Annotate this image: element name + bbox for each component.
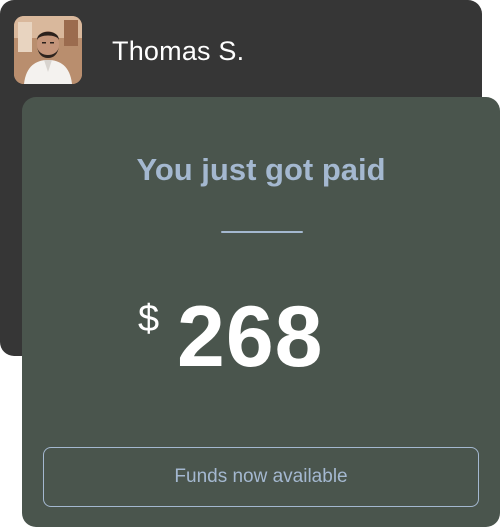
user-photo-icon (14, 16, 82, 84)
notification-stack: Thomas S. You just got paid $ 268 Funds … (0, 0, 500, 527)
payment-card: You just got paid $ 268 Funds now availa… (22, 97, 500, 527)
divider (221, 231, 303, 233)
payment-title: You just got paid (136, 152, 386, 187)
payment-amount: 268 (177, 289, 324, 385)
avatar (14, 16, 82, 84)
currency-symbol: $ (138, 298, 160, 340)
funds-available-button[interactable]: Funds now available (43, 447, 479, 507)
user-name: Thomas S. (112, 36, 245, 66)
